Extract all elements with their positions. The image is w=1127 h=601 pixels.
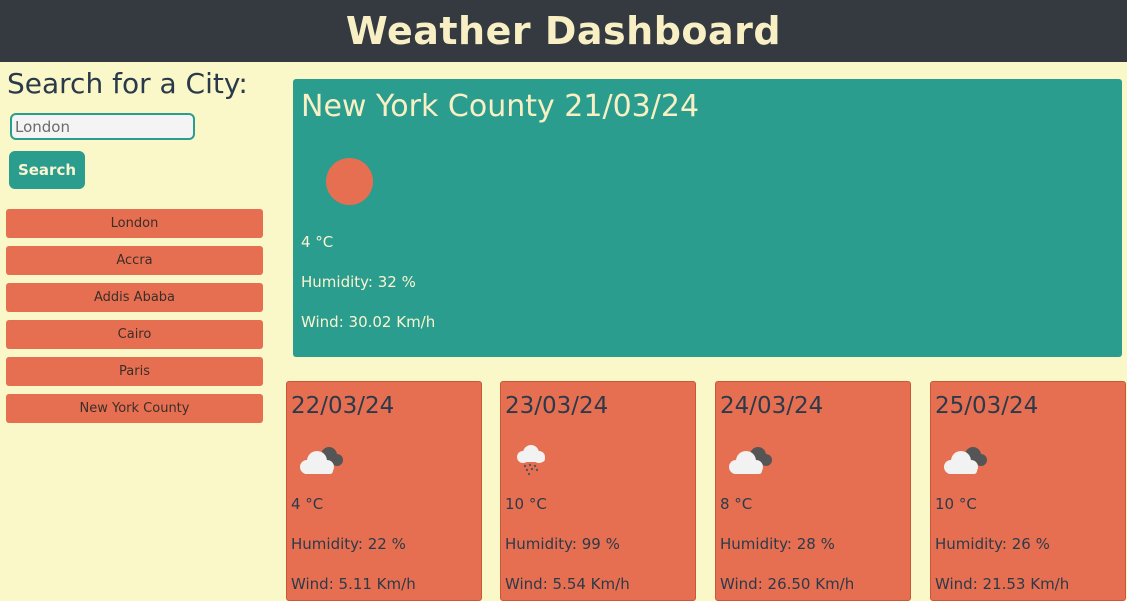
forecast-humidity: Humidity: 28 % xyxy=(720,535,835,553)
forecast-temperature: 10 °C xyxy=(505,495,547,513)
forecast-wind: Wind: 26.50 Km/h xyxy=(720,575,855,593)
search-history-list: London Accra Addis Ababa Cairo Paris New… xyxy=(6,209,263,431)
search-title: Search for a City: xyxy=(7,67,248,100)
current-temperature: 4 °C xyxy=(301,233,334,251)
current-city-date: New York County 21/03/24 xyxy=(301,89,700,124)
forecast-humidity: Humidity: 26 % xyxy=(935,535,1050,553)
forecast-wind: Wind: 21.53 Km/h xyxy=(935,575,1070,593)
search-button[interactable]: Search xyxy=(9,151,85,189)
cloudy-icon xyxy=(729,447,772,474)
forecast-temperature: 10 °C xyxy=(935,495,977,513)
current-wind: Wind: 30.02 Km/h xyxy=(301,313,436,331)
forecast-wind: Wind: 5.54 Km/h xyxy=(505,575,630,593)
forecast-date: 25/03/24 xyxy=(935,393,1039,419)
forecast-card: 24/03/24 8 °C Humidity: 28 % Wind: 26.50… xyxy=(715,381,911,601)
history-item-addis-ababa[interactable]: Addis Ababa xyxy=(6,283,263,312)
history-item-paris[interactable]: Paris xyxy=(6,357,263,386)
forecast-card: 22/03/24 4 °C Humidity: 22 % Wind: 5.11 … xyxy=(286,381,482,601)
cloudy-icon xyxy=(300,447,343,474)
history-item-cairo[interactable]: Cairo xyxy=(6,320,263,349)
current-weather-card: New York County 21/03/24 4 °C Humidity: … xyxy=(293,79,1122,357)
forecast-date: 24/03/24 xyxy=(720,393,824,419)
history-item-accra[interactable]: Accra xyxy=(6,246,263,275)
page-title: Weather Dashboard xyxy=(345,9,782,53)
forecast-humidity: Humidity: 99 % xyxy=(505,535,620,553)
rain-icon xyxy=(517,445,545,476)
city-search-input[interactable] xyxy=(10,113,195,140)
app-header: Weather Dashboard xyxy=(0,0,1127,62)
forecast-humidity: Humidity: 22 % xyxy=(291,535,406,553)
forecast-date: 22/03/24 xyxy=(291,393,395,419)
history-item-london[interactable]: London xyxy=(6,209,263,238)
forecast-card: 23/03/24 10 °C Humidity: 99 % Wind: 5.54… xyxy=(500,381,696,601)
sun-icon xyxy=(326,158,373,205)
forecast-wind: Wind: 5.11 Km/h xyxy=(291,575,416,593)
current-humidity: Humidity: 32 % xyxy=(301,273,416,291)
forecast-date: 23/03/24 xyxy=(505,393,609,419)
forecast-card: 25/03/24 10 °C Humidity: 26 % Wind: 21.5… xyxy=(930,381,1126,601)
history-item-new-york-county[interactable]: New York County xyxy=(6,394,263,423)
forecast-temperature: 4 °C xyxy=(291,495,324,513)
cloudy-icon xyxy=(944,447,987,474)
forecast-temperature: 8 °C xyxy=(720,495,753,513)
